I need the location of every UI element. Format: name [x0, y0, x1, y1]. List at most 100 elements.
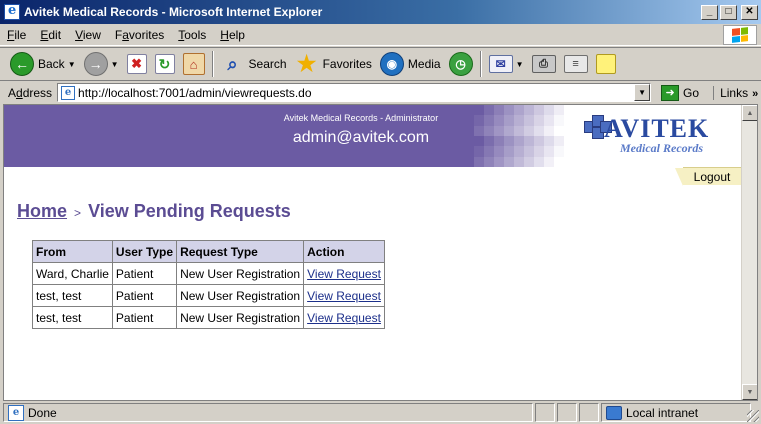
- media-label: Media: [407, 57, 441, 71]
- address-input[interactable]: e http://localhost:7001/admin/viewreques…: [57, 83, 652, 102]
- window-controls: _ □ ✕: [701, 4, 758, 20]
- table-row: test, test Patient New User Registration…: [32, 284, 385, 307]
- history-button[interactable]: ◷: [445, 50, 477, 78]
- scroll-down-arrow-icon[interactable]: ▼: [742, 384, 757, 400]
- forward-dropdown-icon[interactable]: ▼: [111, 60, 119, 69]
- address-label-rest: dress: [22, 85, 53, 100]
- status-bar: e Done Local intranet: [0, 401, 761, 424]
- media-button[interactable]: ◉ Media: [376, 50, 445, 78]
- menu-file-rest: ile: [14, 27, 27, 42]
- page-heading: Home > View Pending Requests: [17, 201, 291, 222]
- toolbar-separator: [211, 51, 214, 77]
- table-row: Ward, Charlie Patient New User Registrat…: [32, 262, 385, 285]
- menu-view-accel: V: [75, 27, 83, 42]
- table-row: test, test Patient New User Registration…: [32, 306, 385, 329]
- links-label: Links: [720, 85, 749, 100]
- column-header-action: Action: [303, 240, 385, 263]
- banner-subtitle: Avitek Medical Records - Administrator: [283, 113, 439, 123]
- page-viewport: Avitek Medical Records - Administrator a…: [3, 104, 758, 401]
- toolbar-separator: [479, 51, 482, 77]
- back-button[interactable]: ← Back ▼: [6, 50, 80, 78]
- edit-button[interactable]: ≡: [560, 50, 592, 78]
- home-button[interactable]: ⌂: [179, 50, 209, 78]
- page-done-icon: e: [8, 404, 24, 421]
- close-button[interactable]: ✕: [741, 4, 758, 20]
- search-button[interactable]: ⌕ Search: [217, 50, 291, 78]
- status-pane: [557, 403, 577, 422]
- scroll-up-arrow-icon[interactable]: ▲: [742, 105, 757, 121]
- address-url[interactable]: http://localhost:7001/admin/viewrequests…: [78, 86, 311, 100]
- view-request-link[interactable]: View Request: [307, 289, 381, 303]
- logout-link[interactable]: Logout: [675, 167, 741, 186]
- table-header-row: From User Type Request Type Action: [32, 240, 385, 263]
- menu-view[interactable]: View: [68, 28, 108, 42]
- menu-file[interactable]: File: [0, 28, 33, 42]
- go-arrow-icon: ➜: [661, 84, 680, 101]
- menu-favorites[interactable]: Favorites: [108, 28, 171, 42]
- menu-tools[interactable]: Tools: [171, 28, 213, 42]
- print-button[interactable]: ⎙: [528, 50, 560, 78]
- search-icon: ⌕: [227, 53, 238, 74]
- cell-request-type: New User Registration: [176, 284, 305, 307]
- menu-help-rest: elp: [228, 27, 245, 42]
- menu-edit[interactable]: Edit: [33, 28, 68, 42]
- discuss-icon: [595, 54, 616, 74]
- address-label-accel: d: [16, 85, 23, 100]
- intranet-zone-icon: [606, 405, 622, 420]
- view-request-link[interactable]: View Request: [307, 267, 381, 281]
- back-label: Back: [38, 57, 65, 71]
- refresh-icon: ↻: [154, 54, 175, 74]
- mail-icon: ✉: [488, 55, 513, 73]
- vertical-scrollbar[interactable]: ▲ ▼: [741, 105, 757, 400]
- back-dropdown-icon[interactable]: ▼: [68, 60, 76, 69]
- avitek-logo: AVITEK Medical Records: [574, 105, 741, 167]
- breadcrumb-home-link[interactable]: Home: [17, 201, 67, 221]
- mail-dropdown-icon[interactable]: ▼: [516, 60, 524, 69]
- maximize-button[interactable]: □: [720, 4, 737, 20]
- mail-button[interactable]: ✉ ▼: [485, 50, 528, 78]
- media-icon: ◉: [379, 52, 404, 76]
- cell-from: Ward, Charlie: [32, 262, 113, 285]
- stop-icon: ✖: [126, 54, 147, 74]
- windows-logo-icon: [723, 25, 757, 45]
- cell-request-type: New User Registration: [176, 262, 305, 285]
- favorites-star-icon: ★: [296, 51, 317, 76]
- page-title: View Pending Requests: [88, 201, 291, 221]
- cell-action: View Request: [303, 262, 385, 285]
- status-pane: [579, 403, 599, 422]
- menu-help[interactable]: Help: [213, 28, 252, 42]
- zone-text: Local intranet: [626, 405, 699, 420]
- view-request-link[interactable]: View Request: [307, 311, 381, 325]
- minimize-button[interactable]: _: [701, 4, 718, 20]
- banner-mosaic: [474, 105, 574, 167]
- pending-requests-table: From User Type Request Type Action Ward,…: [32, 240, 385, 329]
- favorites-button[interactable]: ★ Favorites: [291, 50, 376, 78]
- favorites-label: Favorites: [322, 57, 372, 71]
- go-button[interactable]: ➜ Go: [657, 84, 703, 101]
- menu-edit-rest: dit: [48, 27, 62, 42]
- breadcrumb-separator: >: [74, 206, 82, 220]
- forward-button[interactable]: → ▼: [80, 50, 123, 78]
- ie-app-icon: [4, 3, 20, 20]
- links-button[interactable]: Links»: [713, 85, 759, 100]
- print-icon: ⎙: [531, 55, 556, 73]
- refresh-button[interactable]: ↻: [151, 50, 179, 78]
- menu-tools-rest: ools: [184, 27, 207, 42]
- address-bar: Address e http://localhost:7001/admin/vi…: [0, 82, 761, 103]
- cell-action: View Request: [303, 284, 385, 307]
- stop-button[interactable]: ✖: [123, 50, 151, 78]
- menu-bar: File Edit View Favorites Tools Help: [0, 24, 761, 46]
- go-label: Go: [683, 85, 700, 100]
- address-dropdown-icon[interactable]: ▼: [634, 84, 651, 101]
- cell-user-type: Patient: [111, 284, 178, 307]
- address-label-pre: A: [8, 85, 17, 100]
- menu-favorites-rest: vorites: [128, 27, 165, 42]
- discuss-button[interactable]: [592, 50, 620, 78]
- column-header-user-type: User Type: [111, 240, 178, 263]
- security-zone-pane: Local intranet: [601, 403, 751, 422]
- menu-help-accel: H: [220, 27, 229, 42]
- column-header-request-type: Request Type: [176, 240, 305, 263]
- edit-icon: ≡: [563, 55, 588, 73]
- resize-grip-icon[interactable]: [747, 410, 759, 422]
- links-chevron-icon: »: [752, 87, 759, 100]
